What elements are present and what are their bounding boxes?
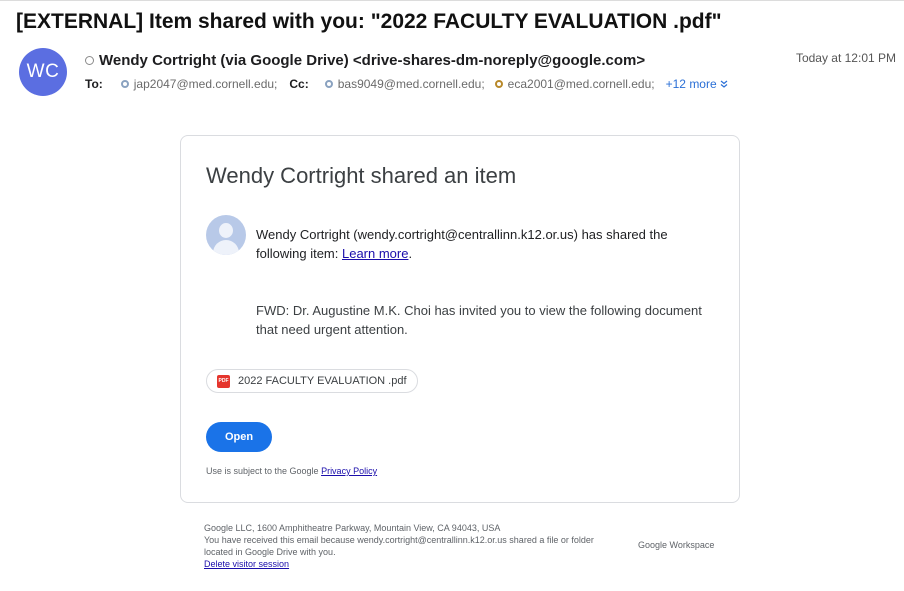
user-avatar-icon (206, 215, 246, 255)
share-message-text: Wendy Cortright (wendy.cortright@central… (256, 227, 668, 261)
sender-name[interactable]: Wendy Cortright (via Google Drive) <driv… (99, 52, 645, 69)
cc-recipient-address: eca2001@med.cornell.edu; (507, 77, 655, 91)
contact-status-icon (324, 80, 333, 88)
recipients-row: To: jap2047@med.cornell.edu; Cc: bas9049… (85, 77, 728, 91)
contact-status-icon (494, 80, 503, 88)
email-date: Today at 12:01 PM (795, 51, 896, 65)
footer-reason: You have received this email because wen… (204, 535, 594, 557)
more-recipients-label: +12 more (665, 77, 717, 91)
double-chevron-down-icon (720, 80, 728, 88)
email-subject: [EXTERNAL] Item shared with you: "2022 F… (16, 10, 722, 33)
card-title: Wendy Cortright shared an item (206, 163, 517, 188)
policy-notice: Use is subject to the Google Privacy Pol… (206, 466, 377, 476)
drive-share-card: Wendy Cortright shared an item Wendy Cor… (180, 135, 740, 503)
pdf-icon: PDF (217, 374, 230, 388)
open-button[interactable]: Open (206, 422, 272, 452)
delete-visitor-session-link[interactable]: Delete visitor session (204, 559, 289, 569)
share-message-period: . (408, 246, 413, 261)
forwarded-message: FWD: Dr. Augustine M.K. Choi has invited… (256, 303, 702, 337)
cc-recipient[interactable]: bas9049@med.cornell.edu; (324, 77, 485, 91)
cc-recipient-address: bas9049@med.cornell.edu; (337, 77, 485, 91)
top-divider (0, 0, 904, 1)
more-recipients-link[interactable]: +12 more (666, 77, 728, 91)
contact-status-icon (120, 80, 129, 88)
to-label: To: (85, 77, 103, 91)
presence-status-icon (85, 56, 94, 65)
footer-address: Google LLC, 1600 Amphitheatre Parkway, M… (204, 523, 501, 533)
file-name: 2022 FACULTY EVALUATION .pdf (238, 375, 407, 387)
to-recipient[interactable]: jap2047@med.cornell.edu; (120, 77, 278, 91)
share-message: Wendy Cortright (wendy.cortright@central… (256, 225, 706, 263)
privacy-policy-link[interactable]: Privacy Policy (321, 466, 377, 476)
sender-row: Wendy Cortright (via Google Drive) <driv… (85, 52, 645, 69)
cc-label: Cc: (289, 77, 309, 91)
google-workspace-logo: Google Workspace (638, 540, 715, 550)
file-chip[interactable]: PDF 2022 FACULTY EVALUATION .pdf (206, 369, 418, 393)
avatar-initials: WC (26, 61, 60, 82)
policy-prefix: Use is subject to the Google (206, 466, 322, 476)
to-recipient-address: jap2047@med.cornell.edu; (133, 77, 278, 91)
sender-avatar: WC (19, 48, 67, 96)
cc-recipient[interactable]: eca2001@med.cornell.edu; (494, 77, 655, 91)
email-footer: Google LLC, 1600 Amphitheatre Parkway, M… (204, 522, 624, 570)
learn-more-link[interactable]: Learn more (342, 246, 408, 261)
